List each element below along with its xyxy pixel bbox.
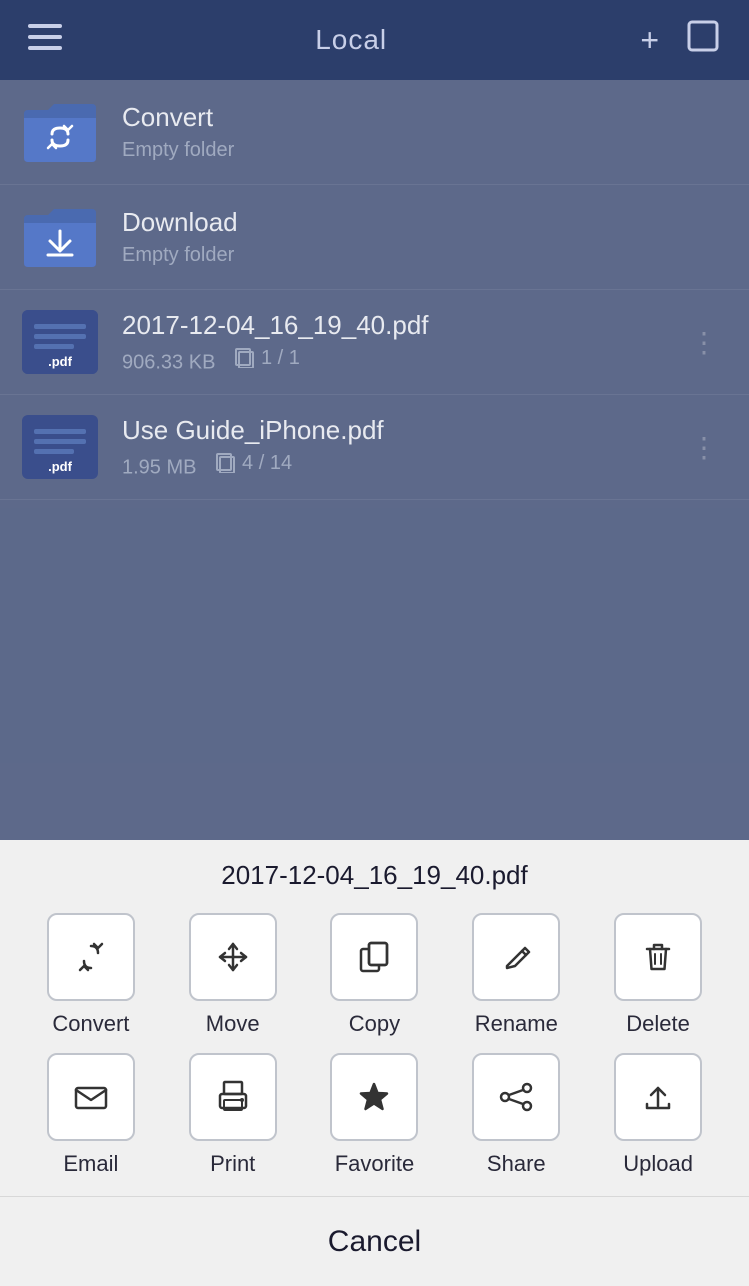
file-info: Download Empty folder — [122, 207, 729, 267]
file-meta: Empty folder — [122, 244, 729, 267]
file-meta: Empty folder — [122, 139, 729, 162]
email-icon-box — [47, 1053, 135, 1141]
rename-label: Rename — [475, 1011, 558, 1037]
svg-text:.pdf: .pdf — [48, 354, 72, 369]
action-row-2: Email Print — [20, 1053, 729, 1177]
print-button[interactable]: Print — [178, 1053, 288, 1177]
copy-icon-box — [330, 913, 418, 1001]
copy-label: Copy — [349, 1011, 400, 1037]
sheet-filename: 2017-12-04_16_19_40.pdf — [221, 860, 528, 891]
share-icon-box — [472, 1053, 560, 1141]
file-info: 2017-12-04_16_19_40.pdf 906.33 KB 1 / 1 — [122, 310, 680, 375]
action-grid: Convert Move — [0, 913, 749, 1193]
delete-icon-box — [614, 913, 702, 1001]
list-item[interactable]: .pdf Use Guide_iPhone.pdf 1.95 MB 4 / 14… — [0, 395, 749, 500]
page-title: Local — [315, 24, 387, 56]
bottom-action-sheet: 2017-12-04_16_19_40.pdf Convert — [0, 840, 749, 1286]
rename-button[interactable]: Rename — [461, 913, 571, 1037]
move-label: Move — [206, 1011, 260, 1037]
favorite-label: Favorite — [335, 1151, 414, 1177]
cancel-label: Cancel — [328, 1225, 421, 1259]
svg-text:.pdf: .pdf — [48, 459, 72, 474]
share-button[interactable]: Share — [461, 1053, 571, 1177]
list-item[interactable]: .pdf 2017-12-04_16_19_40.pdf 906.33 KB 1… — [0, 290, 749, 395]
upload-button[interactable]: Upload — [603, 1053, 713, 1177]
favorite-icon-box — [330, 1053, 418, 1141]
email-label: Email — [63, 1151, 118, 1177]
file-meta: 906.33 KB 1 / 1 — [122, 347, 680, 375]
delete-label: Delete — [626, 1011, 690, 1037]
upload-label: Upload — [623, 1151, 693, 1177]
pdf-file-icon: .pdf — [20, 413, 100, 481]
file-name: Convert — [122, 102, 729, 133]
convert-button[interactable]: Convert — [36, 913, 146, 1037]
upload-icon-box — [614, 1053, 702, 1141]
file-info: Convert Empty folder — [122, 102, 729, 162]
action-row-1: Convert Move — [20, 913, 729, 1037]
folder-icon — [20, 203, 100, 271]
file-name: Use Guide_iPhone.pdf — [122, 415, 680, 446]
print-icon-box — [189, 1053, 277, 1141]
file-name: Download — [122, 207, 729, 238]
nav-action-icons: + — [640, 20, 721, 61]
favorite-button[interactable]: Favorite — [319, 1053, 429, 1177]
print-label: Print — [210, 1151, 255, 1177]
move-icon-box — [189, 913, 277, 1001]
delete-button[interactable]: Delete — [603, 913, 713, 1037]
hamburger-menu-icon[interactable] — [28, 24, 62, 56]
add-icon[interactable]: + — [640, 22, 659, 59]
file-info: Use Guide_iPhone.pdf 1.95 MB 4 / 14 — [122, 415, 680, 480]
move-button[interactable]: Move — [178, 913, 288, 1037]
share-label: Share — [487, 1151, 546, 1177]
folder-icon — [20, 98, 100, 166]
file-list: Convert Empty folder Download Empty fold… — [0, 80, 749, 840]
list-item[interactable]: Convert Empty folder — [0, 80, 749, 185]
rename-icon-box — [472, 913, 560, 1001]
edit-icon[interactable] — [687, 20, 721, 61]
convert-icon-box — [47, 913, 135, 1001]
email-button[interactable]: Email — [36, 1053, 146, 1177]
file-meta: 1.95 MB 4 / 14 — [122, 452, 680, 480]
more-options-button[interactable]: ⋮ — [680, 421, 729, 474]
convert-label: Convert — [52, 1011, 129, 1037]
file-name: 2017-12-04_16_19_40.pdf — [122, 310, 680, 341]
pdf-file-icon: .pdf — [20, 308, 100, 376]
cancel-bar[interactable]: Cancel — [0, 1196, 749, 1286]
copy-button[interactable]: Copy — [319, 913, 429, 1037]
top-navigation: Local + — [0, 0, 749, 80]
list-item[interactable]: Download Empty folder — [0, 185, 749, 290]
more-options-button[interactable]: ⋮ — [680, 316, 729, 369]
